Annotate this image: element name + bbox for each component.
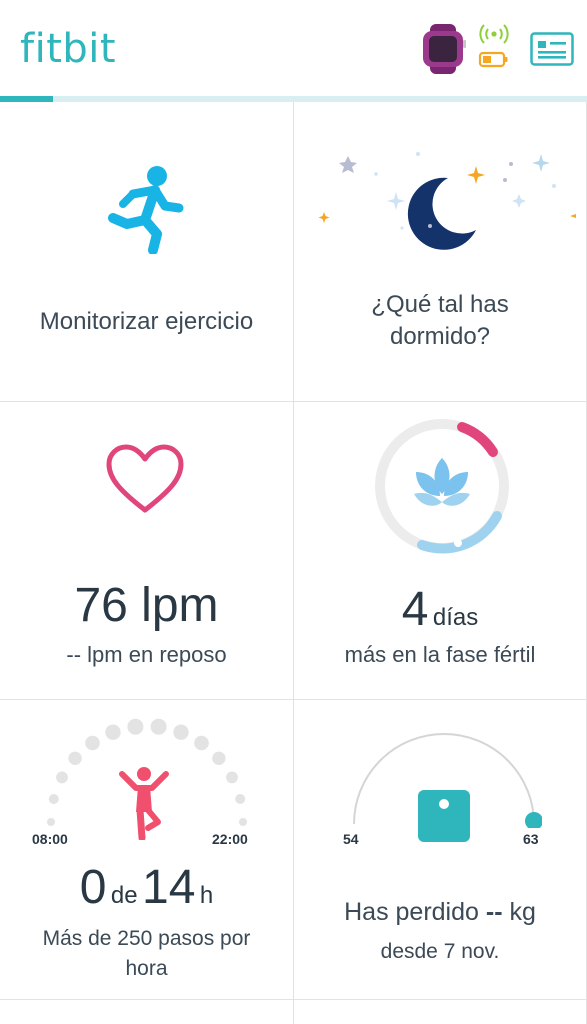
weight-lost-label: Has perdido <box>344 898 479 926</box>
hour-dot <box>194 735 209 751</box>
weight-lost-value: -- <box>485 898 503 926</box>
start-time-label: 08:00 <box>32 831 68 847</box>
hour-dot <box>85 735 100 751</box>
resting-heart-rate: -- lpm en reposo <box>66 642 227 667</box>
sleep-label-line1: ¿Qué tal has <box>371 291 509 318</box>
smartwatch-icon[interactable] <box>419 24 467 74</box>
fertile-phase-label: más en la fase fértil <box>344 642 536 667</box>
cycle-ring-icon <box>375 419 509 554</box>
weight-goal-label: 63 <box>523 831 539 847</box>
hour-dot <box>226 771 238 784</box>
heart-icon <box>106 444 184 513</box>
end-time-label: 22:00 <box>212 831 248 847</box>
sync-signal-icon[interactable] <box>478 23 510 69</box>
hour-dot <box>173 724 189 740</box>
weight-start-label: 54 <box>343 831 359 847</box>
hour-dot <box>56 771 68 784</box>
lotus-icon <box>414 458 470 506</box>
hour-dot <box>212 751 226 765</box>
weight-since-label: desde 7 nov. <box>380 940 500 963</box>
running-person-icon <box>108 166 184 254</box>
active-hours-done: 0 <box>79 861 107 914</box>
active-hours-tile[interactable]: 08:00 22:00 0 de 14 h Más de 250 pasos p… <box>0 700 294 1000</box>
heart-rate-value: 76 lpm <box>74 579 219 632</box>
active-hours-goal-line2: hora <box>125 957 168 980</box>
hour-dot <box>235 794 246 804</box>
battery-low-icon <box>478 51 508 68</box>
fertile-days-number: 4 <box>401 583 429 636</box>
weight-lost-unit: kg <box>509 898 536 926</box>
dashboard-grid: Monitorizar ejercicio ¿Qué tal has dormi… <box>0 102 587 1024</box>
next-row-tile-right[interactable] <box>294 1000 587 1024</box>
moon-stars-icon <box>318 152 576 250</box>
active-hours-of: de <box>110 882 138 909</box>
active-hours-unit: h <box>199 882 214 909</box>
hour-dot <box>47 818 55 826</box>
next-row-tile-left[interactable] <box>0 1000 294 1024</box>
active-hours-value: 0 de 14 h <box>0 860 293 915</box>
stretching-person-icon <box>119 767 169 840</box>
cycle-tracking-tile[interactable]: 4 días más en la fase fértil <box>294 402 587 700</box>
profile-card-icon[interactable] <box>530 32 574 66</box>
hour-dot <box>127 718 144 735</box>
sleep-label-line2: dormido? <box>389 323 491 350</box>
fertile-days-unit: días <box>432 604 479 631</box>
fitbit-logo: fitbit <box>20 26 117 72</box>
exercise-tile[interactable]: Monitorizar ejercicio <box>0 102 294 402</box>
active-hours-goal: Más de 250 pasos por hora <box>0 924 293 984</box>
hour-dot <box>150 718 167 735</box>
hour-dot <box>48 794 59 804</box>
active-hours-goal-line1: Más de 250 pasos por <box>42 927 251 950</box>
sleep-tile[interactable]: ¿Qué tal has dormido? <box>294 102 587 402</box>
app-header: fitbit <box>0 0 587 96</box>
weight-lost-line: Has perdido -- kg <box>294 898 586 927</box>
hour-dot <box>105 724 121 740</box>
hour-dot <box>68 751 82 765</box>
cycle-value: 4 días <box>294 582 586 637</box>
scale-icon <box>418 790 470 842</box>
hour-dot <box>239 818 247 826</box>
sleep-label: ¿Qué tal has dormido? <box>294 289 586 353</box>
heart-rate-tile[interactable]: 76 lpm -- lpm en reposo <box>0 402 294 700</box>
exercise-label: Monitorizar ejercicio <box>39 308 254 335</box>
active-hours-total: 14 <box>142 861 196 914</box>
weight-tile[interactable]: 54 63 Has perdido -- kg desde 7 nov. <box>294 700 587 1000</box>
